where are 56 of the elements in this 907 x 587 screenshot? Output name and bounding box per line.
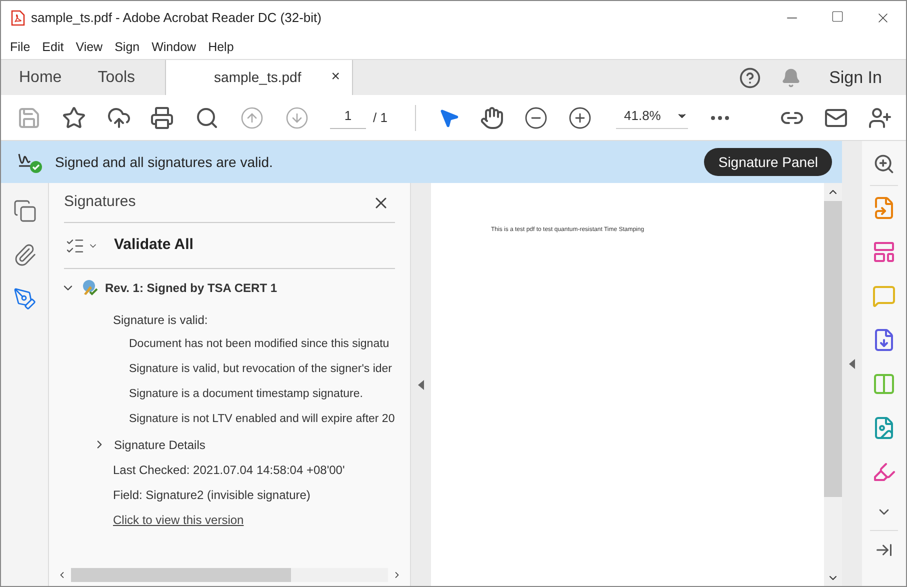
page-number-field[interactable]: 1 [330, 106, 366, 129]
zoom-in-icon[interactable] [568, 106, 592, 130]
menu-item[interactable]: File [10, 38, 30, 56]
pages-nav-icon[interactable] [12, 199, 36, 223]
file-share-icon[interactable] [872, 196, 896, 220]
zoom-out-icon[interactable] [524, 106, 548, 130]
zoom-dropdown[interactable]: 41.8% [616, 106, 688, 129]
sign-in-button[interactable]: Sign In [829, 64, 882, 90]
search-icon[interactable] [195, 106, 219, 130]
menu-item[interactable]: Help [208, 38, 234, 56]
cloud-upload-icon[interactable] [107, 106, 131, 130]
highlighter-icon[interactable] [872, 460, 896, 484]
validate-all-button[interactable]: Validate All [114, 234, 194, 257]
banner-message: Signed and all signatures are valid. [55, 152, 273, 172]
pointer-icon[interactable] [438, 106, 460, 128]
nav-tab[interactable]: Tools [80, 60, 154, 95]
signature-info-text: Signature is valid, but revocation of the signer's ider [129, 362, 392, 377]
horizontal-scrollbar-thumb[interactable] [71, 568, 291, 582]
file-export-icon[interactable] [872, 328, 896, 352]
signature-panel-button[interactable]: Signature Panel [704, 148, 832, 176]
collapse-tools-icon[interactable] [849, 358, 855, 368]
hand-icon[interactable] [480, 106, 504, 130]
signature-details-toggle[interactable]: Signature Details [114, 436, 206, 454]
menu-item[interactable]: View [76, 38, 103, 56]
collapse-toolbar-icon[interactable] [875, 541, 893, 559]
signature-info-text: Field: Signature2 (invisible signature) [113, 486, 310, 504]
maximize-icon[interactable] [831, 10, 844, 23]
menu-item[interactable]: Sign [114, 38, 140, 56]
menu-item[interactable]: Window [152, 38, 196, 56]
vertical-scrollbar-thumb[interactable] [824, 201, 842, 497]
print-icon[interactable] [150, 106, 174, 130]
zoom-icon[interactable] [873, 153, 895, 175]
document-tab[interactable]: sample_ts.pdf × [165, 60, 354, 95]
window-title: sample_ts.pdf - Adobe Acrobat Reader DC (32-bit) [31, 9, 322, 28]
signature-status-icon [81, 279, 99, 297]
collapse-panel-icon[interactable] [418, 380, 424, 390]
pdf-file-icon [11, 10, 25, 26]
signature-info-text: Signature is not LTV enabled and will expire after 20 [129, 412, 395, 427]
file-image-icon[interactable] [872, 416, 896, 440]
signature-info-text: Signature is a document timestamp signature. [129, 386, 363, 402]
menu-item[interactable]: Edit [42, 38, 64, 56]
add-user-icon[interactable] [868, 106, 892, 130]
page-total: / 1 [373, 108, 388, 127]
signature-info-text: Last Checked: 2021.07.04 14:58:04 +08'00' [113, 462, 345, 478]
view-version-link[interactable]: Click to view this version [113, 510, 244, 528]
signatures-nav-icon[interactable] [12, 287, 36, 311]
signature-info-text: Document has not been modified since this signatu [129, 336, 390, 352]
attachments-nav-icon[interactable] [12, 243, 36, 267]
help-icon[interactable] [739, 66, 762, 88]
nav-tab[interactable]: Home [1, 60, 80, 95]
signature-info-text: Signature is valid: [113, 312, 208, 328]
panel-title: Signatures [64, 192, 136, 212]
tab-close[interactable]: × [331, 66, 340, 89]
layout-icon[interactable] [872, 240, 896, 264]
star-icon[interactable] [62, 106, 86, 130]
signature-revision[interactable]: Rev. 1: Signed by TSA CERT 1 [105, 279, 278, 297]
